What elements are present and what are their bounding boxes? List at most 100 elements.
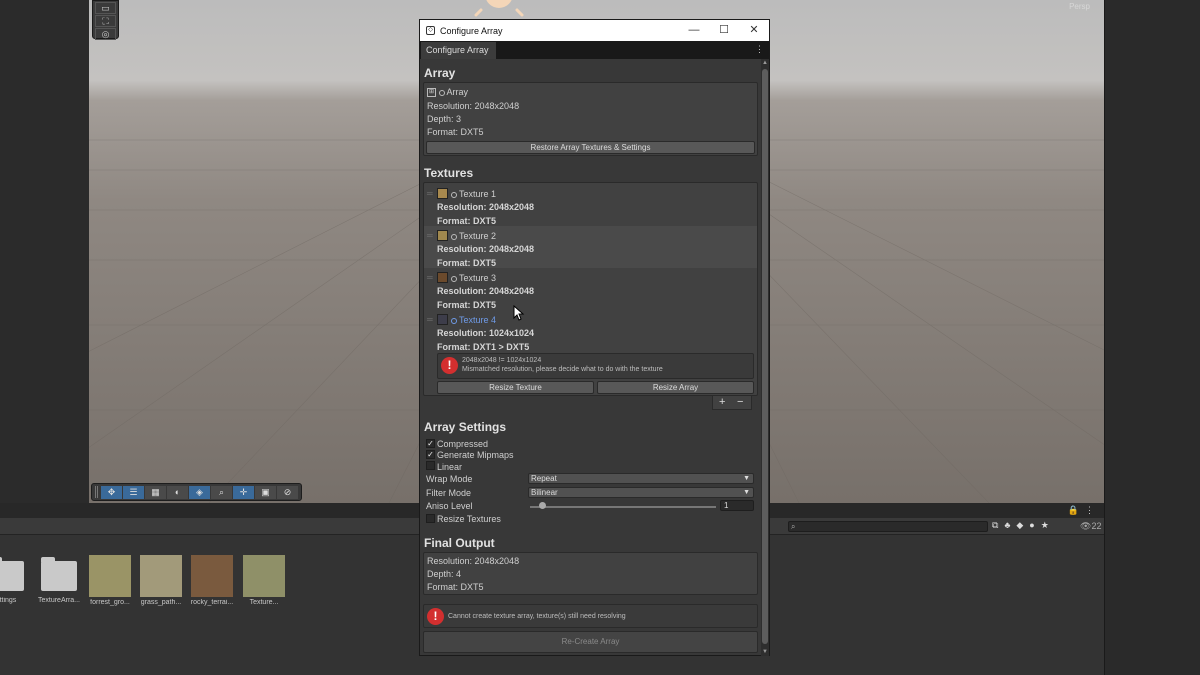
linear-checkbox[interactable] [426,461,435,470]
compressed-checkbox[interactable]: ✓ [426,439,435,448]
add-texture-button[interactable]: + [719,396,725,408]
error-filter-icon[interactable]: ● [1029,520,1034,531]
scene-toolbar: ✥ ☰ ▦ ◐ ◈ ⌕ ✛ ▣ ⊘ [91,483,302,501]
filter-icon[interactable]: ⧉ [992,520,998,531]
texture-4-resolution: Resolution: 1024x1024 [437,328,535,338]
texture-3-resolution: Resolution: 2048x2048 [437,286,535,296]
resize-textures-checkbox[interactable] [426,514,435,523]
label-filter-icon[interactable]: ◆ [1016,520,1023,531]
texture-3-format: Format: DXT5 [437,300,497,310]
asset-item[interactable]: TextureArra... [35,555,83,604]
array-heading: Array [424,66,456,80]
aniso-slider-knob[interactable] [539,502,546,509]
array-settings-heading: Array Settings [424,420,507,434]
grid-icon[interactable]: ▦ [145,485,166,499]
drag-handle-icon[interactable]: ═ [427,231,433,240]
final-error-message: Cannot create texture array, texture(s) … [448,613,626,620]
lock-icon[interactable]: 🔒 [1068,505,1079,516]
drag-handle-icon[interactable]: ═ [427,189,433,198]
array-depth: Depth: 3 [427,114,462,124]
tab-configure-array[interactable]: Configure Array [421,42,496,59]
configure-array-window: ◇ Configure Array — ☐ ✕ Configure Array … [419,19,770,656]
compass-icon[interactable]: ⊘ [277,485,298,499]
texture-thumbnail [89,555,131,597]
filter-mode-dropdown[interactable]: Bilinear ▼ [528,487,754,498]
generate-mipmaps-checkbox[interactable]: ✓ [426,450,435,459]
texture-thumbnail [437,314,448,325]
perspective-label[interactable]: Persp [1069,2,1090,11]
asset-name: ettings [0,597,17,604]
restore-array-button[interactable]: Restore Array Textures & Settings [426,141,755,154]
type-filter-icon[interactable]: ♣ [1004,520,1010,531]
texture-array-icon: ⊞ [427,88,436,98]
texture-thumbnail [191,555,233,597]
asset-item[interactable]: forrest_gro... [86,555,134,606]
zoom-icon[interactable]: ⌕ [211,485,232,499]
scroll-up-icon[interactable]: ▲ [762,60,768,66]
asset-item[interactable]: rocky_terrai... [188,555,236,606]
aniso-level-input[interactable]: 1 [720,500,754,511]
move-icon[interactable]: ✥ [101,485,122,499]
layers-icon[interactable]: ☰ [123,485,144,499]
recreate-array-button[interactable]: Re-Create Array [423,631,758,653]
tool-overlay: ▭ ⛶ ◎ [92,0,119,40]
texture-thumbnail [437,272,448,283]
resize-texture-button[interactable]: Resize Texture [437,381,594,394]
orbit-icon[interactable]: ◐ [167,485,188,499]
close-button[interactable]: ✕ [739,20,769,41]
texture-2-format: Format: DXT5 [437,258,497,268]
scrollbar-thumb[interactable] [762,69,768,644]
window-title: Configure Array [440,25,503,36]
maximize-button[interactable]: ☐ [709,20,739,41]
remove-texture-button[interactable]: − [737,396,743,408]
asset-item[interactable]: grass_path... [137,555,185,606]
camera-icon[interactable]: ▣ [255,485,276,499]
texture-4-field[interactable]: Texture 4 [451,315,496,325]
pan-icon[interactable]: ✛ [233,485,254,499]
final-output-box: Resolution: 2048x2048 Depth: 4 Format: D… [423,552,758,595]
drag-handle-icon[interactable]: ═ [427,315,433,324]
mouse-cursor-icon [513,305,525,321]
window-scrollbar[interactable]: ▲ ▼ [761,59,769,656]
final-output-heading: Final Output [424,536,495,550]
asset-item[interactable]: ettings [0,555,30,604]
drag-handle-icon[interactable]: ═ [427,273,433,282]
object-picker-icon[interactable] [438,89,445,96]
final-depth: Depth: 4 [427,569,462,579]
array-resolution: Resolution: 2048x2048 [427,101,520,111]
resize-textures-label: Resize Textures [437,514,501,524]
error-icon: ! [427,608,444,625]
project-search-input[interactable]: ⌕ [788,521,988,532]
window-titlebar[interactable]: ◇ Configure Array — ☐ ✕ [420,20,769,41]
compressed-label: Compressed [437,439,489,449]
minimize-button[interactable]: — [679,20,709,41]
toolbar-grip[interactable] [95,486,98,498]
texture-1-field[interactable]: Texture 1 [451,189,496,199]
snap-icon[interactable]: ◈ [189,485,210,499]
warning-line-2: Mismatched resolution, please decide wha… [462,366,663,373]
texture-thumbnail [140,555,182,597]
favorite-icon[interactable]: ★ [1041,520,1049,531]
resolution-warning-box: ! 2048x2048 != 1024x1024 Mismatched reso… [437,353,754,379]
rect-tool-icon[interactable]: ▭ [95,2,116,14]
array-object-field[interactable]: ⊞ Array [427,87,468,98]
final-format: Format: DXT5 [427,582,484,592]
wrap-mode-dropdown[interactable]: Repeat ▼ [528,473,754,484]
resize-array-button[interactable]: Resize Array [597,381,754,394]
asset-item[interactable]: Texture... [240,555,288,606]
sphere-tool-icon[interactable]: ◎ [95,28,116,40]
scroll-down-icon[interactable]: ▼ [762,649,768,655]
transform-tool-icon[interactable]: ⛶ [95,15,116,27]
more-menu-icon[interactable]: ⋮ [1085,505,1094,516]
texture-2-field[interactable]: Texture 2 [451,231,496,241]
texture-thumbnail [437,230,448,241]
final-resolution: Resolution: 2048x2048 [427,556,520,566]
aniso-slider-track[interactable] [530,506,716,508]
texture-1-format: Format: DXT5 [437,216,497,226]
asset-name: Texture... [249,599,279,606]
folder-icon [0,557,24,591]
array-box: ⊞ Array Resolution: 2048x2048 Depth: 3 F… [423,82,758,156]
tab-menu-icon[interactable]: ⋮ [755,44,764,55]
texture-3-field[interactable]: Texture 3 [451,273,496,283]
linear-label: Linear [437,462,463,472]
